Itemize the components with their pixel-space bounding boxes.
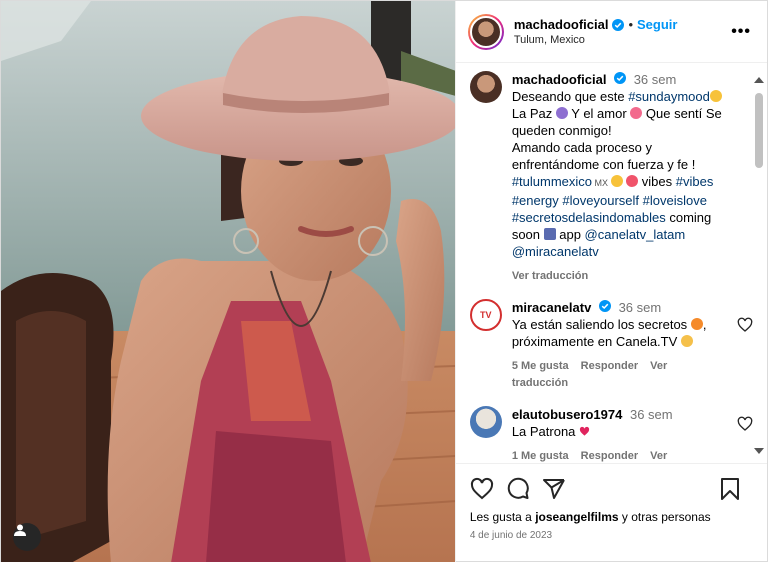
comment-avatar[interactable] bbox=[469, 406, 502, 438]
comment-likes[interactable]: 1 Me gusta bbox=[512, 450, 569, 462]
comments-list[interactable]: machadooficial 36 sem Deseando que este … bbox=[456, 63, 767, 463]
comment-icon[interactable] bbox=[506, 477, 530, 501]
comment-text: La Patrona bbox=[511, 424, 576, 439]
comment-text: Ya están saliendo los secretos bbox=[511, 317, 688, 332]
caption-text: Amando cada proceso y enfrentándome con … bbox=[511, 140, 696, 172]
caption-text: app bbox=[555, 227, 585, 242]
scrollbar-thumb[interactable] bbox=[755, 93, 763, 168]
share-icon[interactable] bbox=[542, 477, 566, 501]
caption-username[interactable]: machadooficial bbox=[512, 72, 607, 87]
comment-avatar[interactable]: TV bbox=[469, 299, 502, 331]
hashtag-link[interactable]: #vibes bbox=[676, 174, 714, 189]
hashtag-link[interactable]: #loveyourself bbox=[562, 193, 639, 208]
liked-by-user[interactable]: joseangelfilms bbox=[535, 510, 618, 524]
user-tag-button[interactable] bbox=[13, 523, 41, 551]
scroll-up-icon[interactable] bbox=[754, 77, 764, 83]
caption-row: machadooficial 36 sem Deseando que este … bbox=[469, 71, 753, 285]
caption-body: machadooficial 36 sem Deseando que este … bbox=[512, 71, 753, 285]
author-username[interactable]: machadooficial bbox=[514, 17, 609, 32]
verified-badge-icon bbox=[598, 300, 611, 312]
more-options-button[interactable]: ••• bbox=[727, 19, 755, 45]
peace-emoji-icon bbox=[555, 107, 568, 119]
fire-emoji-icon bbox=[690, 318, 703, 330]
verified-badge-icon bbox=[614, 72, 627, 84]
reply-button[interactable]: Responder bbox=[581, 360, 638, 372]
photo-illustration bbox=[1, 1, 455, 562]
like-comment-heart-icon[interactable] bbox=[737, 317, 753, 333]
comment-row: elautobusero1974 36 sem La Patrona 1 Me … bbox=[469, 406, 753, 463]
verified-badge-icon bbox=[612, 18, 625, 31]
save-bookmark-icon[interactable] bbox=[719, 477, 741, 501]
mx-flag-icon: MX bbox=[592, 178, 611, 188]
mention-link[interactable]: @miracanelatv bbox=[512, 244, 599, 259]
likes-prefix: Les gusta a bbox=[469, 510, 536, 524]
caption-avatar[interactable] bbox=[469, 71, 502, 103]
comment-likes[interactable]: 5 Me gusta bbox=[512, 360, 569, 372]
caption-text: vibes bbox=[638, 174, 676, 189]
separator-dot: • bbox=[628, 17, 634, 32]
post-photo[interactable] bbox=[1, 1, 455, 562]
raised-hands-emoji-icon bbox=[680, 335, 693, 347]
comment-row: TV miracanelatv 36 sem Ya están saliendo… bbox=[469, 299, 753, 392]
comment-body: elautobusero1974 36 sem La Patrona 1 Me … bbox=[512, 406, 737, 463]
mention-link[interactable]: @canelatv_latam bbox=[585, 227, 686, 242]
see-translation-link[interactable]: Ver traducción bbox=[512, 270, 588, 282]
comments-scrollbar[interactable] bbox=[753, 73, 765, 458]
canela-logo-text: TV bbox=[480, 310, 492, 320]
reply-button[interactable]: Responder bbox=[581, 450, 638, 462]
sun-emoji-icon bbox=[610, 175, 623, 187]
hashtag-link[interactable]: #secretosdelasindomables bbox=[512, 210, 666, 225]
post-actions: Les gusta a joseangelfilms y otras perso… bbox=[455, 463, 767, 562]
person-icon bbox=[14, 524, 26, 536]
sun-emoji-icon bbox=[709, 90, 722, 102]
caption-time[interactable]: 36 sem bbox=[634, 72, 677, 87]
post-side-panel: machadooficial • Seguir Tulum, Mexico ••… bbox=[454, 1, 767, 562]
likes-summary[interactable]: Les gusta a joseangelfilms y otras perso… bbox=[470, 510, 753, 524]
follow-button[interactable]: Seguir bbox=[637, 17, 677, 32]
heart-face-emoji-icon bbox=[630, 107, 643, 119]
soon-arrow-emoji-icon bbox=[543, 228, 556, 240]
hashtag-link[interactable]: #loveislove bbox=[643, 193, 707, 208]
comment-username[interactable]: elautobusero1974 bbox=[512, 407, 623, 422]
hashtag-link[interactable]: #energy bbox=[512, 193, 559, 208]
heart-eyes-emoji-icon bbox=[626, 175, 639, 187]
comment-username[interactable]: miracanelatv bbox=[512, 300, 592, 315]
caption-text: Y el amor bbox=[567, 106, 631, 121]
author-avatar[interactable] bbox=[467, 13, 504, 50]
like-heart-icon[interactable] bbox=[470, 477, 494, 501]
post-header: machadooficial • Seguir Tulum, Mexico ••… bbox=[455, 1, 767, 63]
red-heart-emoji-icon bbox=[579, 426, 590, 436]
instagram-post: machadooficial • Seguir Tulum, Mexico ••… bbox=[0, 0, 768, 562]
comment-time[interactable]: 36 sem bbox=[630, 407, 673, 422]
comment-body: miracanelatv 36 sem Ya están saliendo lo… bbox=[512, 299, 737, 392]
hashtag-link[interactable]: #tulummexico bbox=[512, 174, 592, 189]
like-comment-heart-icon[interactable] bbox=[737, 416, 753, 432]
caption-text: Deseando que este bbox=[511, 89, 629, 104]
post-date[interactable]: 4 de junio de 2023 bbox=[470, 530, 753, 541]
caption-text: La Paz bbox=[511, 106, 556, 121]
likes-suffix[interactable]: y otras personas bbox=[619, 510, 711, 524]
scroll-down-icon[interactable] bbox=[754, 448, 764, 454]
comment-time[interactable]: 36 sem bbox=[619, 300, 662, 315]
post-location[interactable]: Tulum, Mexico bbox=[514, 34, 727, 46]
hashtag-link[interactable]: #sundaymood bbox=[628, 89, 710, 104]
